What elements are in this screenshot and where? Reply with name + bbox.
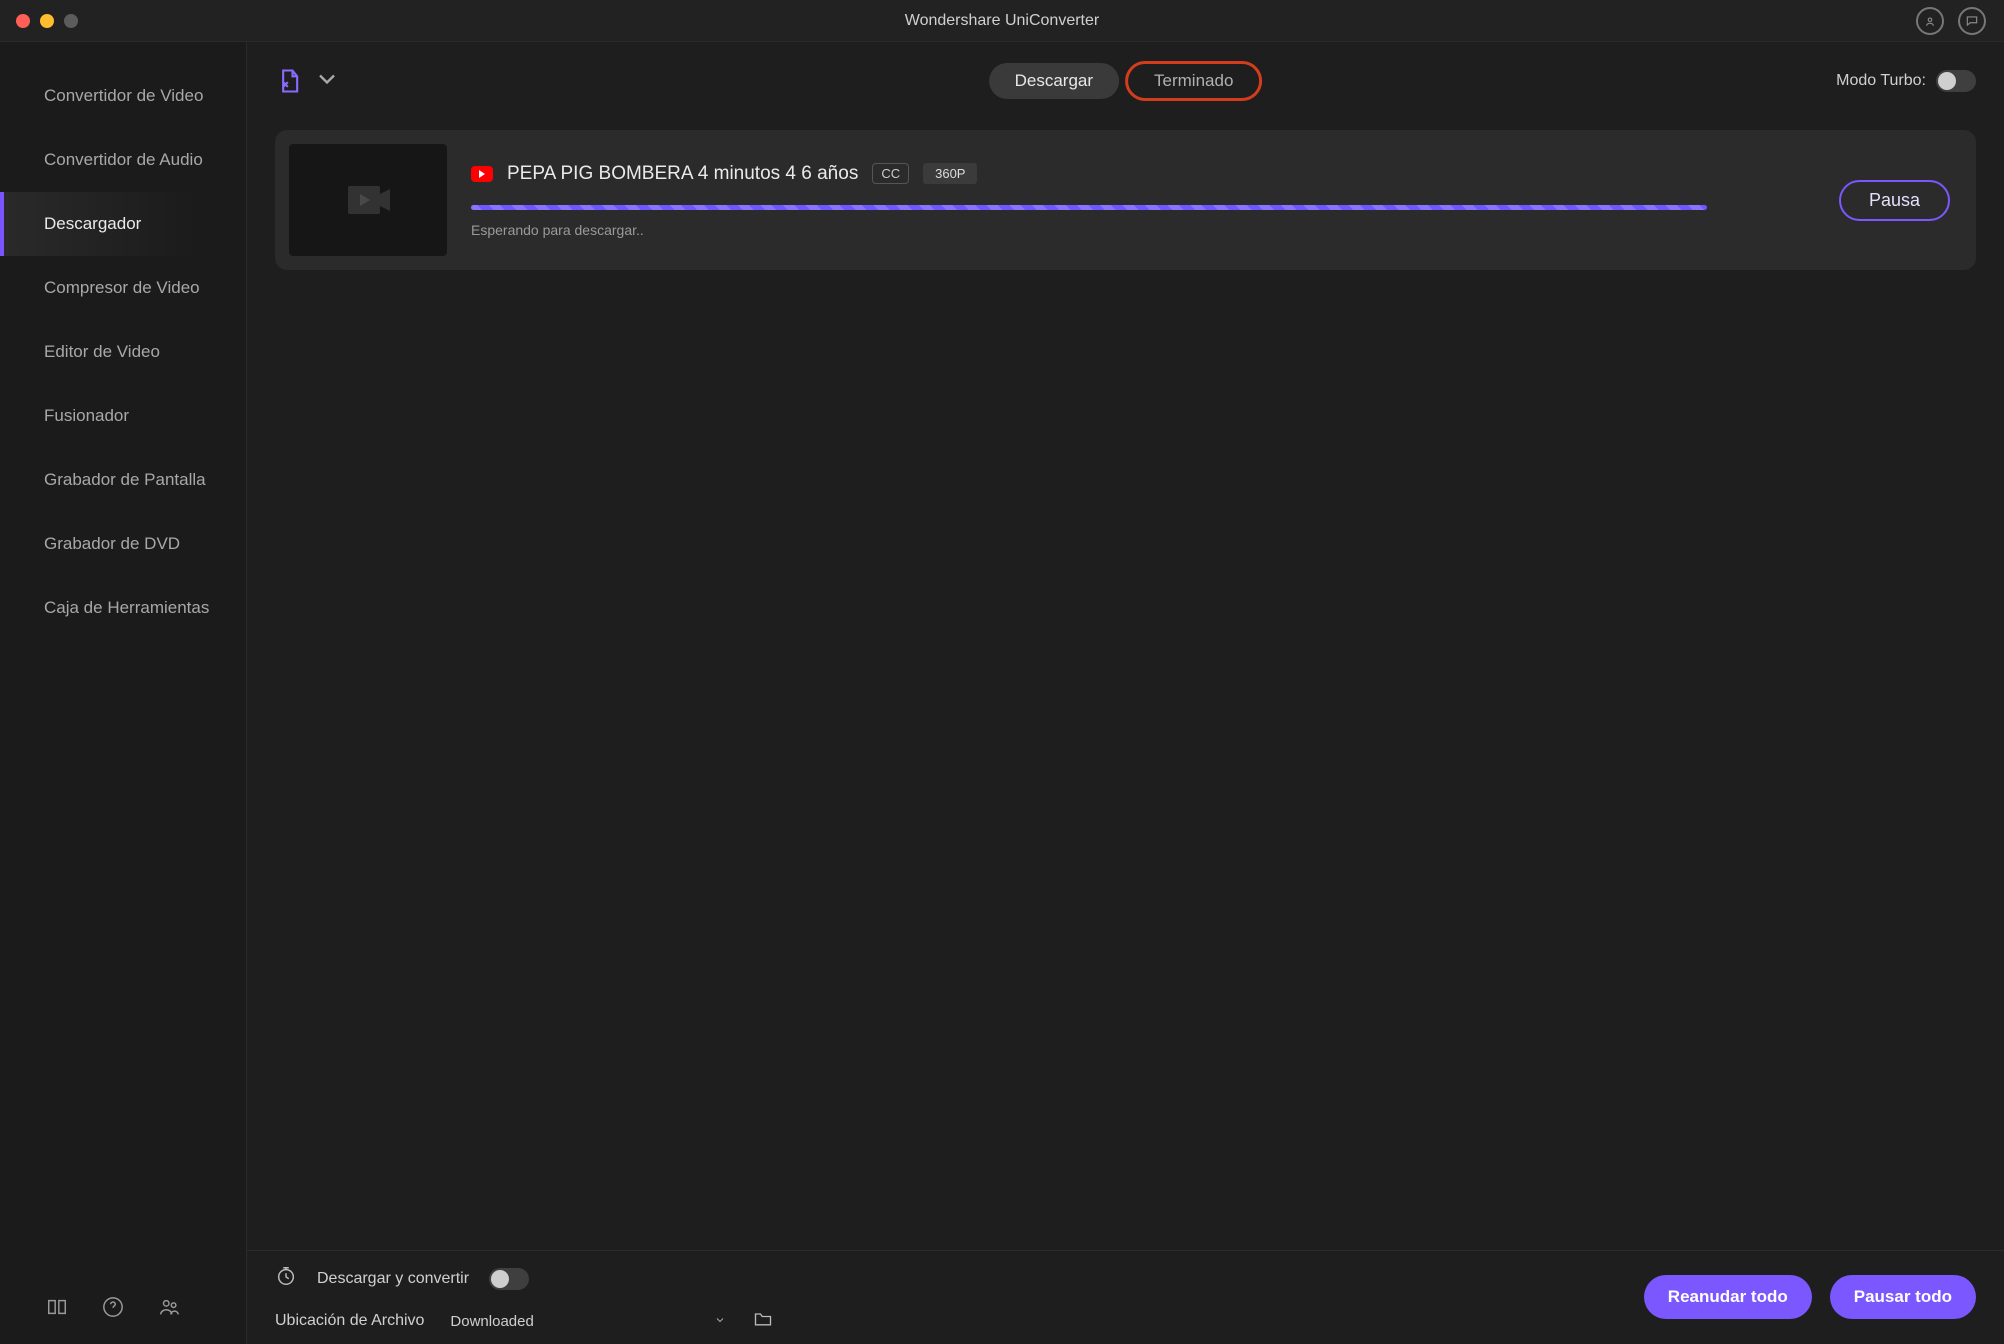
- sidebar: Convertidor de Video Convertidor de Audi…: [0, 42, 247, 1344]
- turbo-toggle[interactable]: [1936, 70, 1976, 92]
- feedback-icon[interactable]: [1958, 7, 1986, 35]
- sidebar-label: Descargador: [44, 214, 141, 234]
- sidebar-item-dvd-burner[interactable]: Grabador de DVD: [0, 512, 246, 576]
- video-title: PEPA PIG BOMBERA 4 minutos 4 6 años: [507, 163, 858, 185]
- sidebar-label: Convertidor de Video: [44, 86, 203, 106]
- file-location-select[interactable]: Downloaded: [438, 1306, 738, 1336]
- schedule-icon[interactable]: [275, 1265, 297, 1292]
- sidebar-label: Grabador de Pantalla: [44, 470, 206, 490]
- sidebar-item-toolbox[interactable]: Caja de Herramientas: [0, 576, 246, 640]
- sidebar-item-video-converter[interactable]: Convertidor de Video: [0, 64, 246, 128]
- status-text: Esperando para descargar..: [471, 222, 1815, 238]
- bottom-bar: Descargar y convertir Ubicación de Archi…: [247, 1250, 2004, 1344]
- sidebar-item-audio-converter[interactable]: Convertidor de Audio: [0, 128, 246, 192]
- community-icon[interactable]: [158, 1296, 180, 1323]
- app-title: Wondershare UniConverter: [905, 12, 1099, 30]
- file-location-value: Downloaded: [450, 1313, 533, 1330]
- chevron-down-icon: [313, 65, 341, 98]
- tab-downloading[interactable]: Descargar: [989, 63, 1119, 99]
- add-url-button[interactable]: [275, 65, 341, 98]
- minimize-window-button[interactable]: [40, 14, 54, 28]
- main-panel: Descargar Terminado Modo Turbo:: [247, 42, 2004, 1344]
- resume-all-button[interactable]: Reanudar todo: [1644, 1275, 1812, 1319]
- sidebar-label: Compresor de Video: [44, 278, 200, 298]
- resolution-badge[interactable]: 360P: [923, 163, 977, 184]
- download-and-convert-toggle[interactable]: [489, 1268, 529, 1290]
- account-icon[interactable]: [1916, 7, 1944, 35]
- sidebar-label: Convertidor de Audio: [44, 150, 203, 170]
- tutorial-icon[interactable]: [46, 1296, 68, 1323]
- sidebar-label: Fusionador: [44, 406, 129, 426]
- download-and-convert-label: Descargar y convertir: [317, 1270, 469, 1288]
- youtube-icon: [471, 166, 493, 182]
- help-icon[interactable]: [102, 1296, 124, 1323]
- sidebar-label: Grabador de DVD: [44, 534, 180, 554]
- sidebar-item-video-compressor[interactable]: Compresor de Video: [0, 256, 246, 320]
- video-thumbnail[interactable]: [289, 144, 447, 256]
- titlebar: Wondershare UniConverter: [0, 0, 2004, 42]
- pause-button[interactable]: Pausa: [1839, 180, 1950, 221]
- window-controls: [0, 14, 78, 28]
- sidebar-label: Caja de Herramientas: [44, 598, 209, 618]
- cc-badge: CC: [872, 163, 909, 184]
- download-item: PEPA PIG BOMBERA 4 minutos 4 6 años CC 3…: [275, 130, 1976, 270]
- chevron-down-icon: [714, 1313, 726, 1330]
- sidebar-item-video-editor[interactable]: Editor de Video: [0, 320, 246, 384]
- progress-bar: [471, 205, 1707, 210]
- toolbar: Descargar Terminado Modo Turbo:: [247, 42, 2004, 120]
- turbo-label: Modo Turbo:: [1836, 72, 1926, 90]
- tab-finished[interactable]: Terminado: [1125, 61, 1262, 101]
- sidebar-item-downloader[interactable]: Descargador: [0, 192, 246, 256]
- pause-all-button[interactable]: Pausar todo: [1830, 1275, 1976, 1319]
- file-location-label: Ubicación de Archivo: [275, 1312, 424, 1330]
- open-folder-icon[interactable]: [752, 1309, 774, 1334]
- sidebar-label: Editor de Video: [44, 342, 160, 362]
- sidebar-item-merger[interactable]: Fusionador: [0, 384, 246, 448]
- maximize-window-button[interactable]: [64, 14, 78, 28]
- close-window-button[interactable]: [16, 14, 30, 28]
- sidebar-item-screen-recorder[interactable]: Grabador de Pantalla: [0, 448, 246, 512]
- download-list: PEPA PIG BOMBERA 4 minutos 4 6 años CC 3…: [247, 120, 2004, 1250]
